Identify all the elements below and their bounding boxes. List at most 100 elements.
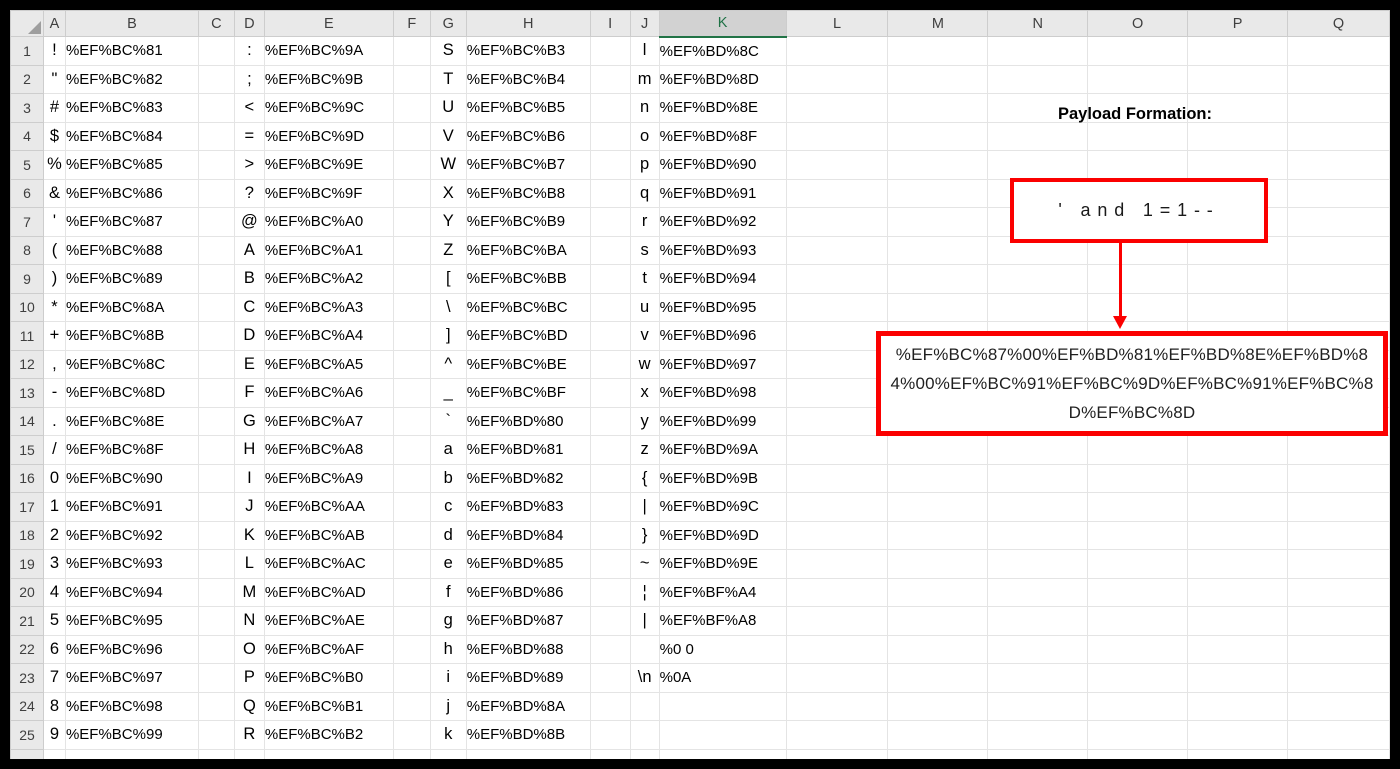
cell-L6[interactable] [785, 178, 889, 208]
cell-C12[interactable] [197, 349, 235, 379]
cell-B2[interactable]: %EF%BC%82 [64, 64, 199, 94]
cell-I5[interactable] [589, 150, 631, 180]
cell-J1[interactable]: l [629, 36, 660, 66]
cell-K7[interactable]: %EF%BD%92 [658, 207, 787, 237]
cell-D24[interactable]: Q [233, 691, 265, 721]
cell-Q22[interactable] [1286, 634, 1390, 664]
cell-G21[interactable]: g [429, 606, 467, 636]
cell-I13[interactable] [589, 378, 631, 408]
cell-I8[interactable] [589, 235, 631, 265]
row-header-5[interactable]: 5 [10, 150, 44, 180]
cell-L23[interactable] [785, 663, 889, 693]
cell-M25[interactable] [887, 720, 989, 750]
cell-J3[interactable]: n [629, 93, 660, 123]
cell-H6[interactable]: %EF%BC%B8 [465, 178, 591, 208]
cell-K10[interactable]: %EF%BD%95 [658, 292, 787, 322]
cell-M18[interactable] [887, 520, 989, 550]
cell-L13[interactable] [785, 378, 889, 408]
cell-G8[interactable]: Z [429, 235, 467, 265]
cell-G5[interactable]: W [429, 150, 467, 180]
cell-L25[interactable] [785, 720, 889, 750]
cell-N15[interactable] [987, 435, 1089, 465]
cell-A3[interactable]: # [42, 93, 66, 123]
cell-B12[interactable]: %EF%BC%8C [64, 349, 199, 379]
cell-C13[interactable] [197, 378, 235, 408]
cell-K2[interactable]: %EF%BD%8D [658, 64, 787, 94]
cell-D23[interactable]: P [233, 663, 265, 693]
cell-H2[interactable]: %EF%BC%B4 [465, 64, 591, 94]
cell-P20[interactable] [1187, 577, 1288, 607]
cell-B19[interactable]: %EF%BC%93 [64, 549, 199, 579]
cell-P25[interactable] [1187, 720, 1288, 750]
cell-K11[interactable]: %EF%BD%96 [658, 321, 787, 351]
cell-A17[interactable]: 1 [42, 492, 66, 522]
cell-A11[interactable]: + [42, 321, 66, 351]
cell-O12[interactable] [1087, 349, 1189, 379]
cell-M26[interactable] [887, 748, 989, 759]
cell-C22[interactable] [197, 634, 235, 664]
cell-A9[interactable]: ) [42, 264, 66, 294]
cell-P13[interactable] [1187, 378, 1288, 408]
cell-D13[interactable]: F [233, 378, 265, 408]
cell-C26[interactable] [197, 748, 235, 759]
row-header-19[interactable]: 19 [10, 549, 44, 579]
cell-A10[interactable]: * [42, 292, 66, 322]
cell-H4[interactable]: %EF%BC%B6 [465, 121, 591, 151]
cell-H1[interactable]: %EF%BC%B3 [465, 36, 591, 66]
cell-E6[interactable]: %EF%BC%9F [263, 178, 394, 208]
cell-P15[interactable] [1187, 435, 1288, 465]
column-header-J[interactable]: J [629, 10, 660, 37]
cell-C2[interactable] [197, 64, 235, 94]
cell-K14[interactable]: %EF%BD%99 [658, 406, 787, 436]
cell-D7[interactable]: @ [233, 207, 265, 237]
cell-H3[interactable]: %EF%BC%B5 [465, 93, 591, 123]
cell-D20[interactable]: M [233, 577, 265, 607]
cell-K9[interactable]: %EF%BD%94 [658, 264, 787, 294]
cell-M16[interactable] [887, 463, 989, 493]
cell-N2[interactable] [987, 64, 1089, 94]
cell-I12[interactable] [589, 349, 631, 379]
cell-J2[interactable]: m [629, 64, 660, 94]
cell-H16[interactable]: %EF%BD%82 [465, 463, 591, 493]
cell-K6[interactable]: %EF%BD%91 [658, 178, 787, 208]
cell-L11[interactable] [785, 321, 889, 351]
cell-P3[interactable] [1187, 93, 1288, 123]
cell-J8[interactable]: s [629, 235, 660, 265]
cell-O11[interactable] [1087, 321, 1189, 351]
cell-D3[interactable]: < [233, 93, 265, 123]
cell-L1[interactable] [785, 36, 889, 66]
cell-Q25[interactable] [1286, 720, 1390, 750]
cell-N10[interactable] [987, 292, 1089, 322]
row-header-8[interactable]: 8 [10, 235, 44, 265]
cell-D12[interactable]: E [233, 349, 265, 379]
cell-I20[interactable] [589, 577, 631, 607]
cell-L18[interactable] [785, 520, 889, 550]
cell-H25[interactable]: %EF%BD%8B [465, 720, 591, 750]
cell-K24[interactable] [658, 691, 787, 721]
cell-P6[interactable] [1187, 178, 1288, 208]
cell-D5[interactable]: > [233, 150, 265, 180]
cell-J19[interactable]: ~ [629, 549, 660, 579]
cell-G12[interactable]: ^ [429, 349, 467, 379]
cell-O20[interactable] [1087, 577, 1189, 607]
cell-B10[interactable]: %EF%BC%8A [64, 292, 199, 322]
cell-G16[interactable]: b [429, 463, 467, 493]
cell-I11[interactable] [589, 321, 631, 351]
cell-G15[interactable]: a [429, 435, 467, 465]
column-header-M[interactable]: M [887, 10, 989, 37]
cell-Q14[interactable] [1286, 406, 1390, 436]
cell-O22[interactable] [1087, 634, 1189, 664]
cell-P12[interactable] [1187, 349, 1288, 379]
cell-P24[interactable] [1187, 691, 1288, 721]
cell-F16[interactable] [392, 463, 431, 493]
cell-F17[interactable] [392, 492, 431, 522]
row-header-22[interactable]: 22 [10, 634, 44, 664]
cell-E14[interactable]: %EF%BC%A7 [263, 406, 394, 436]
cell-L5[interactable] [785, 150, 889, 180]
cell-Q16[interactable] [1286, 463, 1390, 493]
cell-G9[interactable]: [ [429, 264, 467, 294]
cell-K20[interactable]: %EF%BF%A4 [658, 577, 787, 607]
cell-A12[interactable]: , [42, 349, 66, 379]
cell-M11[interactable] [887, 321, 989, 351]
cell-L24[interactable] [785, 691, 889, 721]
